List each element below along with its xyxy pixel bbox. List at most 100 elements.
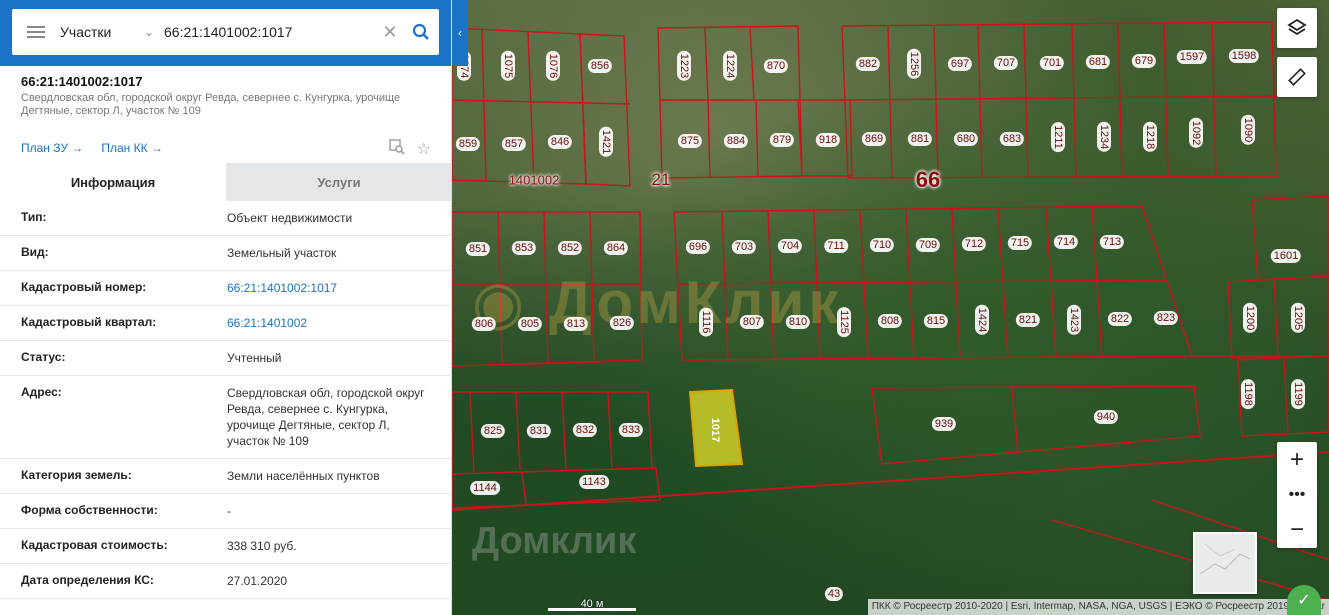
parcel-label[interactable]: 683	[999, 132, 1025, 146]
close-icon[interactable]: ✕	[377, 22, 403, 43]
parcel-label[interactable]: 864	[603, 241, 629, 255]
info-value-link[interactable]: 66:21:1401002:1017	[227, 280, 431, 296]
parcel-label[interactable]: 1116	[699, 307, 713, 337]
parcel-label[interactable]: 806	[471, 317, 497, 331]
parcel-label[interactable]: 1597	[1176, 50, 1208, 64]
zoom-out-button[interactable]: −	[1277, 512, 1317, 547]
parcel-label[interactable]: 696	[685, 240, 711, 254]
parcel-label[interactable]: 1423	[1067, 304, 1081, 336]
collapse-sidebar-button[interactable]: ‹	[452, 0, 468, 66]
parcel-label[interactable]: 715	[1007, 236, 1033, 250]
parcel-label[interactable]: 869	[861, 132, 887, 146]
parcel-label[interactable]: 810	[785, 315, 811, 329]
parcel-label[interactable]: 1143	[579, 475, 609, 489]
zoom-to-object-icon[interactable]	[388, 139, 405, 160]
parcel-label[interactable]: 853	[511, 241, 537, 255]
plan-kk-link[interactable]: План КК →	[101, 141, 163, 155]
parcel-label[interactable]: 711	[824, 239, 848, 253]
parcel-label[interactable]: 808	[877, 314, 903, 328]
parcel-label[interactable]: 852	[557, 241, 583, 255]
parcel-label[interactable]: 1601	[1270, 249, 1302, 263]
parcel-label[interactable]: 1199	[1291, 379, 1305, 409]
parcel-label[interactable]: 856	[587, 59, 613, 73]
parcel-label[interactable]: 857	[501, 137, 527, 151]
parcel-label[interactable]: 1017	[708, 415, 722, 445]
parcel-label[interactable]: 805	[517, 317, 543, 331]
parcel-label[interactable]: 1075	[501, 50, 515, 82]
parcel-label[interactable]: 679	[1131, 54, 1157, 68]
parcel-label[interactable]: 1223	[677, 50, 691, 82]
parcel-label[interactable]: 1598	[1228, 49, 1260, 63]
plan-zu-link[interactable]: План ЗУ →	[21, 141, 83, 155]
parcel-label[interactable]: 813	[563, 317, 589, 331]
parcel-label[interactable]: 1421	[599, 126, 613, 158]
parcel-label[interactable]: 1125	[837, 307, 851, 337]
parcel-label[interactable]: 807	[739, 315, 765, 329]
menu-icon[interactable]	[12, 9, 60, 55]
more-icon[interactable]: •••	[1277, 477, 1317, 512]
parcel-label[interactable]: 833	[618, 423, 644, 437]
minimap[interactable]	[1193, 532, 1257, 594]
parcel-label[interactable]: 709	[915, 238, 941, 252]
parcel-label[interactable]: 710	[869, 238, 895, 252]
parcel-label[interactable]: 881	[907, 132, 933, 146]
parcel-label[interactable]: 870	[763, 59, 789, 73]
parcel-label[interactable]: 1092	[1189, 117, 1203, 149]
parcel-label[interactable]: 1256	[907, 48, 921, 80]
quarter-label: 1401002	[508, 172, 560, 188]
search-icon[interactable]	[403, 9, 439, 55]
parcel-label[interactable]: 1198	[1241, 379, 1255, 409]
category-select[interactable]: Участки ⌄	[60, 24, 160, 40]
parcel-label[interactable]: 680	[953, 132, 979, 146]
parcel-label[interactable]: 832	[572, 423, 598, 437]
parcel-label[interactable]: 1205	[1291, 302, 1305, 334]
parcel-label[interactable]: 940	[1093, 410, 1119, 424]
parcel-label[interactable]: 823	[1153, 311, 1179, 325]
parcel-label[interactable]: 714	[1053, 235, 1079, 249]
parcel-label[interactable]: 826	[609, 316, 635, 330]
parcel-label[interactable]: 831	[526, 424, 552, 438]
tab-services[interactable]: Услуги	[226, 163, 451, 201]
parcel-label[interactable]: 707	[993, 56, 1019, 70]
parcel-label[interactable]: 1218	[1143, 121, 1157, 153]
parcel-label[interactable]: 884	[723, 134, 749, 148]
parcel-label[interactable]: 43	[824, 587, 844, 601]
parcel-label[interactable]: 701	[1039, 56, 1065, 70]
zoom-in-button[interactable]: +	[1277, 442, 1317, 477]
parcel-label[interactable]: 703	[731, 240, 757, 254]
info-value-link[interactable]: 66:21:1401002	[227, 315, 431, 331]
parcel-label[interactable]: 815	[923, 314, 949, 328]
parcel-label[interactable]: 713	[1099, 235, 1125, 249]
shield-icon[interactable]: ✓	[1287, 585, 1321, 615]
parcel-label[interactable]: 1200	[1243, 302, 1257, 334]
star-icon[interactable]: ☆	[417, 139, 431, 160]
parcel-label[interactable]: 875	[677, 134, 703, 148]
parcel-label[interactable]: 918	[815, 133, 841, 147]
parcel-label[interactable]: 859	[455, 137, 481, 151]
parcel-label[interactable]: 704	[777, 239, 803, 253]
parcel-label[interactable]: 1234	[1097, 121, 1111, 153]
parcel-label[interactable]: 1424	[975, 304, 989, 336]
parcel-label[interactable]: 1076	[546, 50, 560, 82]
parcel-label[interactable]: 681	[1085, 55, 1111, 69]
layers-button[interactable]	[1277, 8, 1317, 48]
parcel-label[interactable]: 825	[480, 424, 506, 438]
parcel-label[interactable]: 851	[465, 242, 491, 256]
parcel-label[interactable]: 1144	[470, 481, 500, 495]
parcel-label[interactable]: 822	[1107, 312, 1133, 326]
parcel-label[interactable]: 939	[931, 417, 957, 431]
parcel-label[interactable]: 879	[769, 133, 795, 147]
parcel-label[interactable]: 882	[855, 57, 881, 71]
tab-info[interactable]: Информация	[0, 163, 226, 201]
info-row: Кадастровая стоимость: 338 310 руб.	[0, 529, 451, 564]
parcel-label[interactable]: 1090	[1241, 114, 1255, 146]
parcel-label[interactable]: 1211	[1051, 122, 1065, 152]
parcel-label[interactable]: 697	[947, 57, 973, 71]
parcel-label[interactable]: 821	[1015, 313, 1041, 327]
map-view[interactable]: ◉ ДомКлик Домклик 1401002 21 66 1074 1075…	[452, 0, 1329, 615]
parcel-label[interactable]: 1224	[723, 50, 737, 82]
parcel-label[interactable]: 846	[547, 135, 573, 149]
parcel-label[interactable]: 712	[961, 237, 987, 251]
search-input[interactable]	[160, 24, 377, 40]
ruler-button[interactable]	[1277, 57, 1317, 97]
